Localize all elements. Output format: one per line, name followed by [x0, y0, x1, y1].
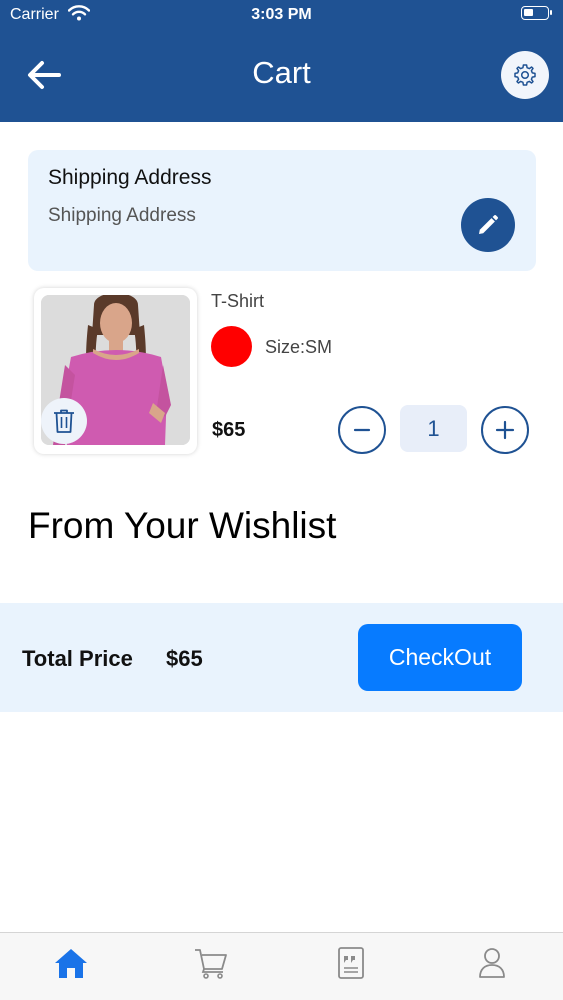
home-icon — [55, 949, 87, 978]
tab-profile[interactable] — [472, 943, 512, 983]
edit-address-button[interactable] — [461, 198, 515, 252]
trash-icon — [54, 409, 74, 433]
wishlist-heading: From Your Wishlist — [28, 505, 337, 546]
user-icon — [479, 948, 505, 978]
increase-quantity-button[interactable] — [481, 406, 529, 454]
product-image-card[interactable] — [34, 288, 197, 454]
pencil-icon — [479, 215, 498, 234]
minus-icon — [353, 428, 371, 432]
decrease-quantity-button[interactable] — [338, 406, 386, 454]
color-swatch — [211, 326, 252, 367]
bottom-tab-bar — [0, 932, 563, 1000]
cart-icon — [195, 949, 227, 979]
app-header: Carrier 3:03 PM Cart — [0, 0, 563, 122]
quantity-value: 1 — [400, 405, 467, 452]
status-bar: Carrier 3:03 PM — [0, 0, 563, 30]
product-name: T-Shirt — [211, 291, 265, 311]
shipping-address-value: Shipping Address — [48, 205, 196, 226]
tab-cart[interactable] — [191, 943, 231, 983]
delete-item-button[interactable] — [41, 398, 87, 444]
plus-icon — [495, 420, 515, 440]
checkout-bar: Total Price $65 CheckOut — [0, 603, 563, 712]
shipping-address-card: Shipping Address Shipping Address — [28, 150, 536, 271]
battery-icon — [521, 6, 552, 20]
total-price-label: Total Price — [22, 646, 133, 671]
total-price-value: $65 — [166, 646, 203, 671]
item-price: $65 — [212, 419, 246, 441]
checkout-button[interactable]: CheckOut — [358, 624, 522, 691]
tab-reviews[interactable] — [331, 943, 371, 983]
page-title: Cart — [252, 55, 311, 90]
settings-button[interactable] — [501, 51, 549, 99]
gear-icon — [514, 64, 536, 86]
size-label: Size:SM — [265, 337, 333, 357]
clock: 3:03 PM — [251, 6, 312, 23]
quote-doc-icon — [338, 947, 364, 979]
tab-home[interactable] — [51, 943, 91, 983]
shipping-address-title: Shipping Address — [48, 166, 212, 189]
